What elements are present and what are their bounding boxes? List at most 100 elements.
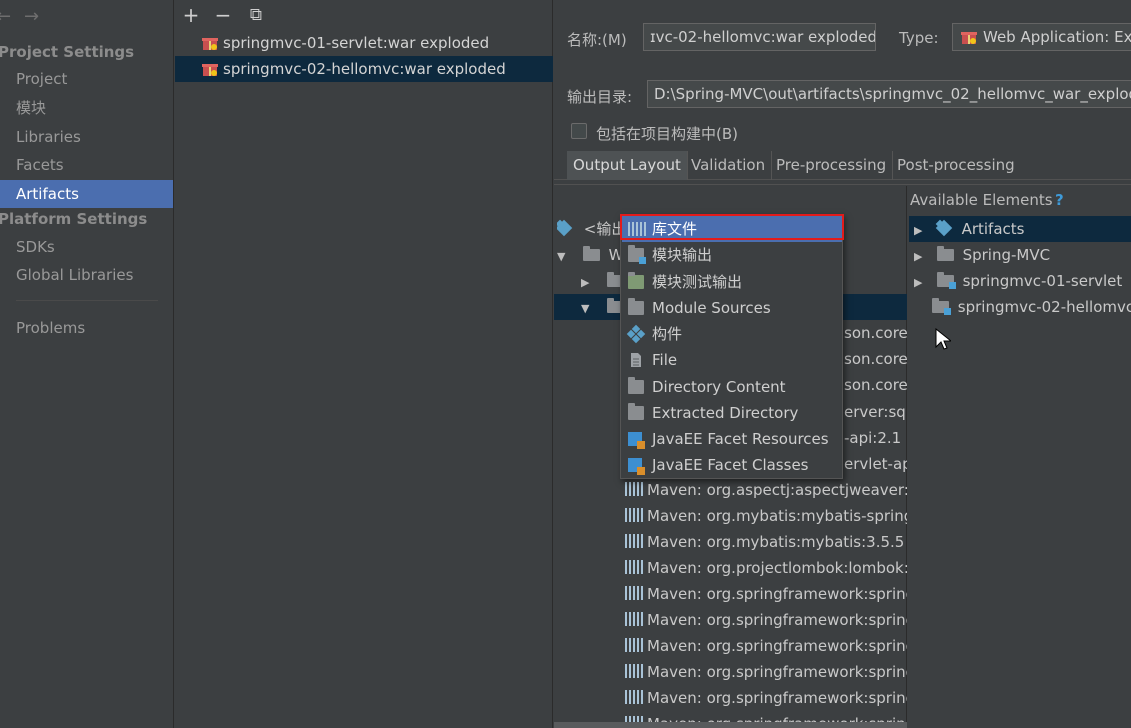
collapse-triangle-icon[interactable]: ▶ <box>914 218 928 242</box>
library-row-tail[interactable]: ervlet-ap <box>844 451 907 477</box>
artifact-item-hellomvc[interactable]: springmvc-02-hellomvc:war exploded <box>175 56 553 82</box>
available-elements-panel: Available Elements ? ▶ Artifacts ▶ Sprin… <box>909 186 1131 728</box>
menu-item-artifact[interactable]: 构件 <box>622 321 842 347</box>
expand-triangle-icon[interactable]: ▼ <box>581 296 595 322</box>
library-row-tail[interactable]: son.core. <box>844 346 907 372</box>
available-item-hellomvc-module[interactable]: springmvc-02-hellomvc <box>909 294 1131 320</box>
menu-item-module-sources[interactable]: Module Sources <box>622 295 842 321</box>
library-icon <box>625 482 643 496</box>
library-row-tail[interactable]: son.core. <box>844 372 907 398</box>
layout-divider <box>554 184 1131 185</box>
nav-item-artifacts[interactable]: Artifacts <box>0 180 173 208</box>
available-item-spring-mvc[interactable]: ▶ Spring-MVC <box>909 242 1131 268</box>
module-output-icon <box>628 245 646 264</box>
library-row[interactable]: Maven: org.mybatis:mybatis-spring: <box>625 503 907 529</box>
nav-item-global-libraries[interactable]: Global Libraries <box>0 261 173 289</box>
war-gift-icon <box>202 38 218 50</box>
add-icon[interactable]: + <box>180 4 202 26</box>
nav-item-sdks[interactable]: SDKs <box>0 233 173 261</box>
output-dir-label: 输出目录: <box>567 88 633 106</box>
available-item-servlet-module[interactable]: ▶ springmvc-01-servlet <box>909 268 1131 294</box>
library-icon <box>625 534 643 548</box>
collapse-triangle-icon[interactable]: ▶ <box>914 244 928 268</box>
nav-item-libraries[interactable]: Libraries <box>0 123 173 151</box>
war-gift-icon <box>961 32 977 44</box>
library-row-tail[interactable]: erver:sql <box>844 399 907 425</box>
tab-pre-processing[interactable]: Pre-processing <box>770 151 894 180</box>
back-arrow-icon[interactable]: ← <box>0 6 11 27</box>
library-row[interactable]: Maven: org.springframework:spring <box>625 685 907 711</box>
library-icon <box>625 560 643 574</box>
extracted-directory-icon <box>628 403 644 420</box>
artifact-diamond-icon <box>935 219 953 237</box>
library-row[interactable]: Maven: org.springframework:spring <box>625 633 907 659</box>
folder-icon <box>582 246 600 261</box>
artifact-diamond-icon <box>626 324 646 344</box>
javaee-facet-resources-icon <box>628 432 645 449</box>
module-folder-icon <box>936 272 956 289</box>
remove-icon[interactable]: − <box>212 4 234 26</box>
type-select[interactable]: Web Application: Ex <box>952 23 1131 51</box>
available-item-artifacts[interactable]: ▶ Artifacts <box>909 216 1131 242</box>
platform-settings-header: Platform Settings <box>0 210 148 228</box>
library-row[interactable]: Maven: org.springframework:spring <box>625 581 907 607</box>
tab-validation[interactable]: Validation <box>685 151 773 180</box>
library-row[interactable]: Maven: org.springframework:spring <box>625 659 907 685</box>
menu-item-file[interactable]: File <box>622 347 842 373</box>
horizontal-scrollbar[interactable] <box>554 722 907 728</box>
library-icon <box>625 690 643 704</box>
menu-item-extracted-directory[interactable]: Extracted Directory <box>622 400 842 426</box>
collapse-triangle-icon[interactable]: ▶ <box>914 270 928 294</box>
tab-post-processing[interactable]: Post-processing <box>891 151 1021 180</box>
output-dir-field[interactable]: D:\Spring-MVC\out\artifacts\springmvc_02… <box>647 80 1131 108</box>
library-row[interactable]: Maven: org.springframework:spring <box>625 607 907 633</box>
library-row[interactable]: Maven: org.aspectj:aspectjweaver:1 <box>625 477 907 503</box>
library-row[interactable]: Maven: org.mybatis:mybatis:3.5.5 (项 <box>625 529 907 555</box>
name-field[interactable]: ɪvc-02-hellomvc:war exploded <box>643 23 876 51</box>
include-in-build-checkbox[interactable] <box>571 123 587 139</box>
nav-divider <box>16 300 158 301</box>
artifact-list-panel: + − ⧉ springmvc-01-servlet:war exploded … <box>175 0 553 728</box>
include-in-build-label: 包括在项目构建中(B) <box>596 125 738 143</box>
type-value: Web Application: Ex <box>983 28 1131 46</box>
artifact-label: springmvc-01-servlet:war exploded <box>223 34 490 52</box>
expand-triangle-icon[interactable]: ▼ <box>557 244 571 268</box>
menu-item-javaee-facet-classes[interactable]: JavaEE Facet Classes <box>622 452 842 478</box>
copy-icon[interactable]: ⧉ <box>245 4 267 26</box>
nav-item-problems[interactable]: Problems <box>0 314 173 342</box>
name-label: 名称:(M) <box>567 31 627 49</box>
add-copy-popup-menu: 库文件 模块输出 模块测试输出 Module Sources 构件 File D… <box>620 214 843 479</box>
menu-item-javaee-facet-resources[interactable]: JavaEE Facet Resources <box>622 426 842 452</box>
menu-item-module-output[interactable]: 模块输出 <box>622 242 842 268</box>
mouse-cursor-icon <box>935 328 951 350</box>
artifact-diamond-icon <box>557 219 573 237</box>
nav-item-facets[interactable]: Facets <box>0 151 173 179</box>
nav-item-project[interactable]: Project <box>0 65 173 93</box>
library-icon <box>625 638 643 652</box>
library-row-tail[interactable]: -api:2.1 ( <box>844 425 907 451</box>
library-icon <box>625 664 643 678</box>
library-icon <box>625 612 643 626</box>
folder-icon <box>936 246 954 261</box>
menu-item-directory-content[interactable]: Directory Content <box>622 374 842 400</box>
module-sources-icon <box>628 298 644 315</box>
tab-output-layout[interactable]: Output Layout <box>567 151 688 180</box>
library-icon <box>625 508 643 522</box>
forward-arrow-icon[interactable]: → <box>24 6 39 27</box>
file-icon <box>631 353 641 367</box>
annotation-box <box>620 214 844 240</box>
nav-item-modules[interactable]: 模块 <box>0 94 173 122</box>
available-elements-title: Available Elements <box>910 191 1053 209</box>
type-label: Type: <box>899 29 939 47</box>
module-test-output-icon <box>628 272 644 289</box>
artifact-label: springmvc-02-hellomvc:war exploded <box>223 60 506 78</box>
help-icon[interactable]: ? <box>1055 191 1064 209</box>
library-icon <box>625 586 643 600</box>
javaee-facet-classes-icon <box>628 458 645 475</box>
directory-content-icon <box>628 377 644 394</box>
library-row[interactable]: Maven: org.projectlombok:lombok: <box>625 555 907 581</box>
menu-item-module-test-output[interactable]: 模块测试输出 <box>622 269 842 295</box>
artifact-item-servlet[interactable]: springmvc-01-servlet:war exploded <box>175 30 553 56</box>
collapse-triangle-icon[interactable]: ▶ <box>581 270 595 296</box>
library-row-tail[interactable]: son.core. <box>844 320 907 346</box>
